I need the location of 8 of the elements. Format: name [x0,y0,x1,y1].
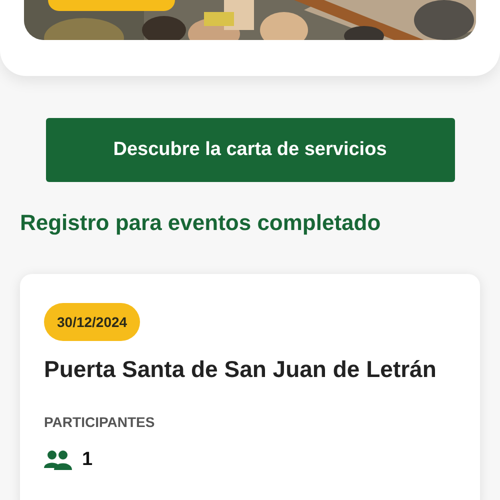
date-badge: 30/12/2024 [44,303,140,341]
event-title: Puerta Santa de San Juan de Letrán [44,355,438,384]
services-button[interactable]: Descubre la carta de servicios [46,118,454,182]
participants-label: PARTICIPANTES [44,413,156,431]
event-card[interactable]: 30/12/2024 Puerta Santa de San Juan de Letrán PARTICIPANTES 1 [20,274,480,500]
section-title: Registro para eventos completado [20,209,382,237]
people-icon [44,450,72,470]
participants-count: 1 [82,449,93,471]
